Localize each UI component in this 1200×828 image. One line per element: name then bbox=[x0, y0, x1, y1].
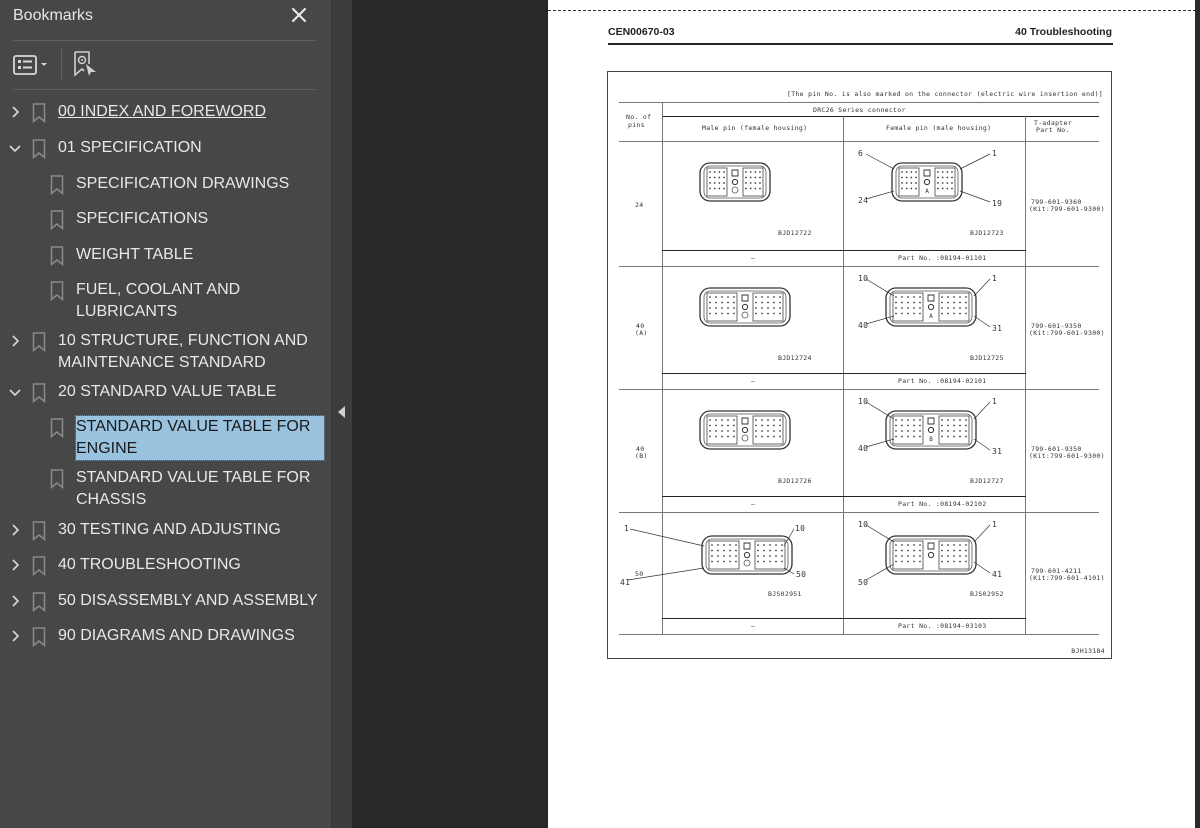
col-header-pins-1: No. of bbox=[626, 113, 652, 121]
chevron-right-icon[interactable] bbox=[8, 625, 22, 647]
bookmark-label: STANDARD VALUE TABLE FOR CHASSIS bbox=[76, 469, 311, 508]
bookmark-icon bbox=[32, 627, 46, 648]
chevron-right-icon[interactable] bbox=[8, 519, 22, 541]
find-current-bookmark-button[interactable] bbox=[72, 50, 100, 78]
connector-row: 40 (B) BJD12726 B 10 1 40 31 BJD12727 – Part No. … bbox=[608, 389, 1111, 513]
bookmark-label: WEIGHT TABLE bbox=[76, 246, 194, 263]
t-adapter-kit: (Kit:799-601-9300) bbox=[1029, 451, 1105, 460]
bookmark-label: 50 DISASSEMBLY AND ASSEMBLY bbox=[58, 592, 318, 609]
col-header-tadapter-2: Part No. bbox=[1036, 126, 1070, 134]
t-adapter-kit: (Kit:799-601-4101) bbox=[1029, 574, 1105, 582]
bookmark-icon bbox=[50, 469, 64, 490]
bookmark-label: 00 INDEX AND FOREWORD bbox=[58, 103, 267, 120]
close-panel-button[interactable] bbox=[287, 3, 311, 27]
chevron-down-icon[interactable] bbox=[8, 381, 22, 403]
page-edge bbox=[1195, 0, 1200, 828]
bookmark-label: 30 TESTING AND ADJUSTING bbox=[58, 521, 281, 538]
close-icon bbox=[291, 7, 307, 23]
bookmark-icon bbox=[50, 246, 64, 267]
chevron-right-icon[interactable] bbox=[8, 330, 22, 352]
bookmark-label: 01 SPECIFICATION bbox=[58, 139, 202, 156]
male-part-number: – bbox=[751, 254, 756, 262]
t-adapter-kit: (Kit:799-601-9300) bbox=[1029, 328, 1105, 337]
bookmark-icon bbox=[50, 281, 64, 302]
bookmark-label: 40 TROUBLESHOOTING bbox=[58, 556, 241, 573]
bookmark-label: FUEL, COOLANT AND LUBRICANTS bbox=[76, 281, 241, 320]
bookmark-icon bbox=[32, 139, 46, 160]
female-part-number: Part No. :08194-03103 bbox=[898, 622, 987, 630]
doc-code: CEN00670-03 bbox=[608, 26, 675, 38]
connector-row: 24 BJD12722 A 6 1 24 19 BJD12723 – Part No. :081… bbox=[608, 141, 1111, 267]
chevron-down-icon[interactable] bbox=[8, 137, 22, 159]
divider bbox=[13, 40, 316, 41]
connector-table-figure: [The pin No. is also marked on the conne… bbox=[607, 71, 1112, 659]
bookmark-label: 10 STRUCTURE, FUNCTION AND MAINTENANCE S… bbox=[58, 332, 308, 371]
connector-row: 40 (A) BJD12724 A 10 1 40 31 BJD12725 – Part No. … bbox=[608, 266, 1111, 390]
page-break-line bbox=[548, 10, 1196, 11]
rule bbox=[619, 634, 1099, 635]
bookmark-label: 20 STANDARD VALUE TABLE bbox=[58, 383, 277, 400]
t-adapter-kit: (Kit:799-601-9300) bbox=[1029, 204, 1105, 213]
bookmark-icon bbox=[32, 556, 46, 577]
rule bbox=[662, 373, 1026, 374]
section-title: 40 Troubleshooting bbox=[1015, 26, 1112, 38]
list-options-icon bbox=[13, 55, 47, 75]
col-header-pins-2: pins bbox=[628, 121, 645, 129]
chevron-right-icon[interactable] bbox=[8, 101, 22, 123]
connector-row: 50 1 10 41 50 BJS02951 10 1 50 41 BJS02952 – Part N… bbox=[608, 512, 1111, 635]
female-part-number: Part No. :08194-02101 bbox=[898, 377, 987, 385]
bookmark-icon bbox=[32, 521, 46, 542]
bookmark-icon bbox=[50, 210, 64, 231]
bookmark-icon bbox=[50, 418, 64, 439]
rule bbox=[662, 618, 1026, 619]
male-part-number: – bbox=[751, 500, 756, 508]
rule bbox=[662, 496, 1026, 497]
male-part-number: – bbox=[751, 377, 756, 385]
chevron-right-icon[interactable] bbox=[8, 554, 22, 576]
panel-title: Bookmarks bbox=[13, 7, 94, 24]
bookmark-icon bbox=[32, 592, 46, 613]
toolbar-separator bbox=[61, 48, 62, 80]
rule bbox=[619, 102, 1099, 103]
bookmark-icon bbox=[32, 383, 46, 404]
header-rule bbox=[608, 43, 1113, 45]
bookmark-label: SPECIFICATION DRAWINGS bbox=[76, 175, 290, 192]
bookmark-options-button[interactable] bbox=[13, 54, 51, 76]
bookmark-icon bbox=[50, 175, 64, 196]
bookmark-icon bbox=[32, 103, 46, 124]
female-part-number: Part No. :08194-01101 bbox=[898, 254, 987, 262]
find-current-bookmark-icon bbox=[74, 51, 96, 77]
rule bbox=[662, 116, 1099, 117]
series-header: DRC26 Series connector bbox=[813, 106, 906, 114]
col-header-male: Male pin (female housing) bbox=[702, 124, 808, 132]
divider bbox=[13, 89, 316, 90]
chevron-right-icon[interactable] bbox=[8, 590, 22, 612]
col-header-female: Female pin (male housing) bbox=[886, 124, 992, 132]
bookmark-label: STANDARD VALUE TABLE FOR ENGINE bbox=[75, 415, 325, 461]
figure-id: BJH13184 bbox=[1071, 647, 1105, 655]
collapse-panel-button[interactable] bbox=[338, 406, 345, 418]
figure-note: [The pin No. is also marked on the conne… bbox=[787, 90, 1103, 98]
male-part-number: – bbox=[751, 622, 756, 630]
bookmark-label: SPECIFICATIONS bbox=[76, 210, 209, 227]
female-part-number: Part No. :08194-02102 bbox=[898, 500, 987, 508]
document-page: CEN00670-03 40 Troubleshooting [The pin … bbox=[547, 0, 1196, 828]
bookmark-icon bbox=[32, 332, 46, 353]
rule bbox=[662, 250, 1026, 251]
bookmarks-panel: Bookmarks 00 INDEX AND FOREWORD 01 SPECIF… bbox=[0, 0, 331, 828]
bookmark-label: 90 DIAGRAMS AND DRAWINGS bbox=[58, 627, 295, 644]
